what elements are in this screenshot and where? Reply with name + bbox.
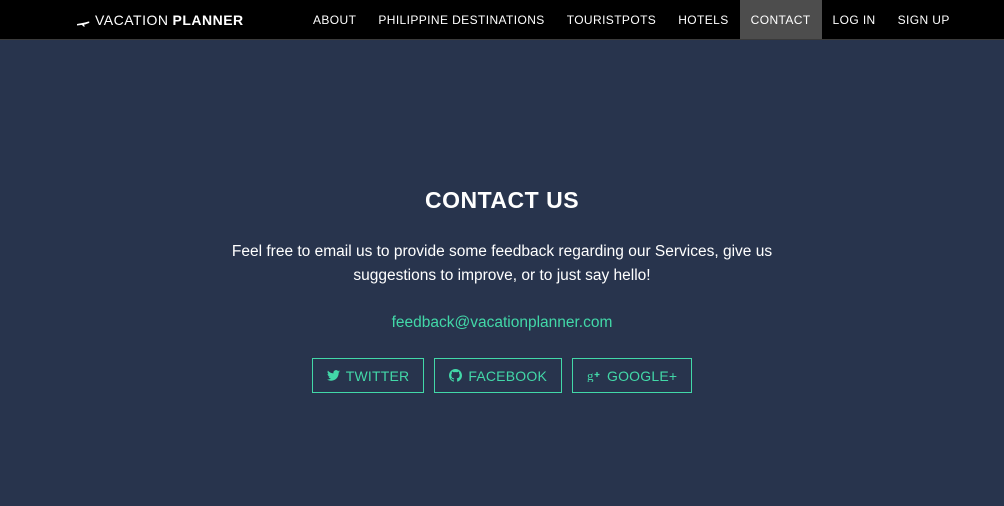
brand-name-light: VACATION	[95, 11, 169, 28]
nav-item-touristpots[interactable]: TOURISTPOTS	[556, 0, 668, 39]
nav-item-about[interactable]: ABOUT	[302, 0, 367, 39]
google-plus-label: GOOGLE+	[606, 367, 678, 384]
twitter-icon	[326, 370, 340, 381]
facebook-button[interactable]: FACEBOOK	[434, 358, 562, 393]
google-plus-button[interactable]: g GOOGLE+	[571, 358, 693, 393]
email-link[interactable]: feedback@vacationplanner.com	[392, 314, 613, 332]
nav-item-philippine-destinations[interactable]: PHILIPPINE DESTINATIONS	[367, 0, 555, 39]
nav-item-log-in[interactable]: LOG IN	[822, 0, 887, 39]
svg-text:g: g	[587, 369, 594, 382]
google-plus-icon: g	[587, 369, 601, 382]
nav-item-contact[interactable]: CONTACT	[739, 0, 822, 39]
brand-name-bold: PLANNER	[172, 11, 244, 28]
nav-item-hotels[interactable]: HOTELS	[667, 0, 739, 39]
navbar: VACATION PLANNER ABOUT PHILIPPINE DESTIN…	[0, 0, 1004, 40]
twitter-button[interactable]: TWITTER	[311, 358, 425, 393]
github-icon	[449, 369, 463, 382]
contact-title: CONTACT US	[424, 187, 580, 213]
contact-description: Feel free to email us to provide some fe…	[231, 243, 773, 284]
main-nav: ABOUT PHILIPPINE DESTINATIONS TOURISTPOT…	[302, 0, 961, 39]
social-buttons: TWITTER FACEBOOK g GOOGLE+	[0, 358, 1004, 393]
facebook-label: FACEBOOK	[468, 367, 547, 384]
twitter-label: TWITTER	[345, 367, 410, 384]
airplane-icon	[76, 15, 90, 26]
nav-item-sign-up[interactable]: SIGN UP	[887, 0, 961, 39]
brand-link[interactable]: VACATION PLANNER	[76, 0, 244, 39]
contact-section: CONTACT US Feel free to email us to prov…	[0, 40, 1004, 393]
